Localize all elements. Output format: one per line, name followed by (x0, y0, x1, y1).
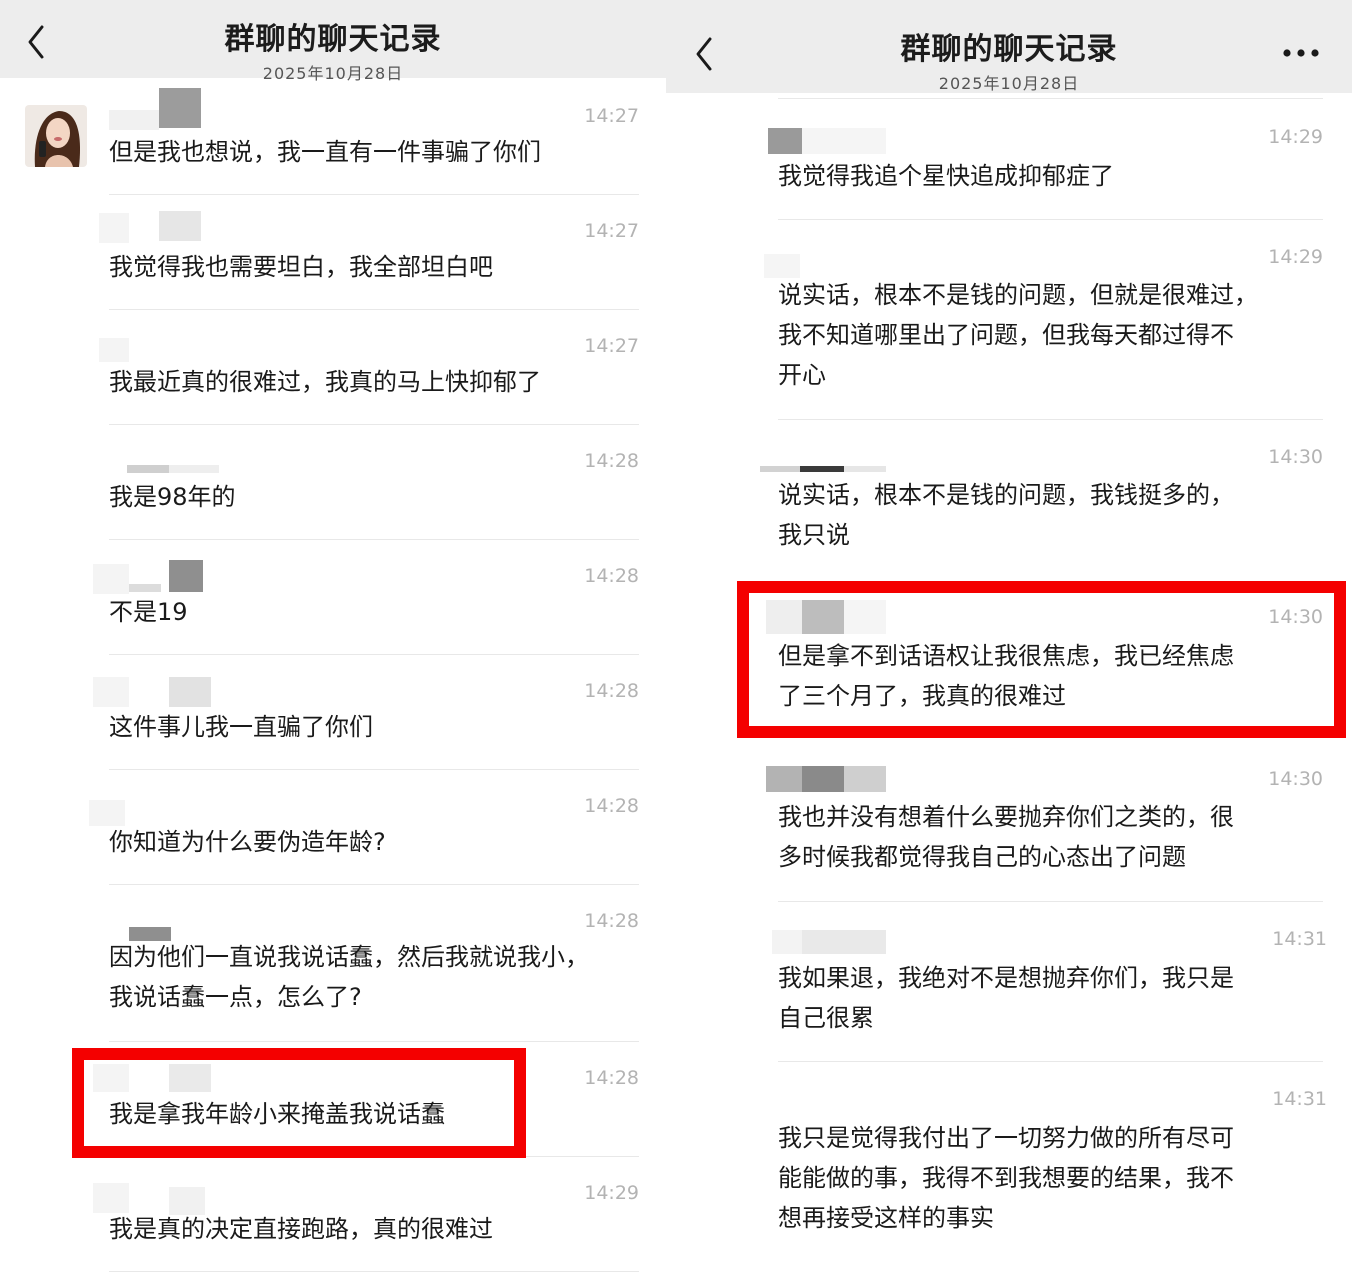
sender-name-redacted (99, 893, 219, 941)
message-text: 因为他们一直说我说话蠢，然后我就说我小， 我说话蠢一点，怎么了? (109, 943, 589, 1011)
message-time: 14:27 (584, 335, 639, 357)
sender-name-redacted (99, 318, 219, 362)
message-time: 14:28 (584, 450, 639, 472)
message-time: 14:29 (584, 1182, 639, 1204)
divider (644, 78, 666, 1280)
message-text: 你知道为什么要伪造年龄? (109, 828, 386, 856)
list-item[interactable]: 14:28 我是98年的 (109, 425, 639, 540)
message-text: 这件事儿我一直骗了你们 (109, 713, 373, 741)
message-text: 我觉得我追个星快追成抑郁症了 (778, 162, 1114, 190)
message-text: 但是我也想说，我一直有一件事骗了你们 (109, 138, 541, 166)
list-item[interactable]: 14:27 我觉得我也需要坦白，我全部坦白吧 (99, 195, 639, 310)
message-text: 我如果退，我绝对不是想抛弃你们，我只是 自己很累 (778, 964, 1234, 1032)
sender-name-redacted (93, 548, 219, 594)
list-item[interactable]: 14:27 我最近真的很难过，我真的马上快抑郁了 (99, 310, 639, 425)
sender-name-redacted (89, 778, 219, 826)
sender-name-redacted (99, 203, 219, 243)
list-item[interactable]: 14:28 这件事儿我一直骗了你们 (93, 655, 639, 770)
list-item[interactable]: 14:30 我也并没有想着什么要抛弃你们之类的，很 多时候我都觉得我自己的心态出… (766, 742, 1323, 902)
sender-name-redacted (93, 663, 219, 707)
message-text: 我觉得我也需要坦白，我全部坦白吧 (109, 253, 493, 281)
message-text: 我是98年的 (109, 483, 236, 511)
message-time: 14:30 (1268, 446, 1323, 468)
message-time: 14:29 (1268, 246, 1323, 268)
message-time: 14:31 (1272, 1088, 1327, 1110)
message-text: 说实话，根本不是钱的问题，但就是很难过， 我不知道哪里出了问题，但我每天都过得不… (778, 281, 1258, 389)
list-item[interactable]: 14:28 你知道为什么要伪造年龄? (89, 770, 639, 885)
sender-name-redacted (99, 88, 219, 130)
list-item[interactable]: 14:28 不是19 (93, 540, 639, 655)
message-text: 我是真的决定直接跑路，真的很难过 (109, 1215, 493, 1243)
message-time: 14:28 (584, 795, 639, 817)
list-item[interactable]: 14:29 我是真的决定直接跑路，真的很难过 (93, 1157, 639, 1272)
message-text: 说实话，根本不是钱的问题，我钱挺多的， 我只说 (778, 481, 1234, 549)
list-item[interactable]: 14:27 但是我也想说，我一直有一件事骗了你们 (109, 80, 639, 195)
message-time: 14:28 (584, 565, 639, 587)
highlight-box (72, 1048, 526, 1158)
chat-header: 群聊的聊天记录 2025年10月28日 (0, 0, 666, 83)
message-time: 14:28 (584, 680, 639, 702)
message-text: 我最近真的很难过，我真的马上快抑郁了 (109, 368, 541, 396)
list-item[interactable]: 14:29 我觉得我追个星快追成抑郁症了 (768, 100, 1323, 220)
page-title: 群聊的聊天记录 (900, 32, 1118, 67)
message-text: 不是19 (109, 598, 188, 626)
message-time: 14:29 (1268, 126, 1323, 148)
list-item[interactable]: 14:28 因为他们一直说我说话蠢，然后我就说我小， 我说话蠢一点，怎么了? (109, 885, 639, 1042)
page-date: 2025年10月28日 (938, 74, 1080, 93)
message-time: 14:27 (584, 220, 639, 242)
message-time: 14:28 (584, 910, 639, 932)
list-item[interactable]: 14:29 说实话，根本不是钱的问题，但就是很难过， 我不知道哪里出了问题，但我… (764, 220, 1323, 420)
sender-name-redacted (93, 1165, 219, 1215)
list-item[interactable]: 14:31 我只是觉得我付出了一切努力做的所有尽可 能能做的事，我得不到我想要的… (778, 1062, 1327, 1280)
message-time: 14:28 (584, 1067, 639, 1089)
list-item[interactable]: 14:31 我如果退，我绝对不是想抛弃你们，我只是 自己很累 (772, 902, 1327, 1062)
message-time: 14:27 (584, 105, 639, 127)
left-chat-screen: 群聊的聊天记录 2025年10月28日 14:27 但是我也想说，我一直有一件事… (0, 0, 666, 1280)
page-title: 群聊的聊天记录 (224, 22, 442, 57)
right-chat-screen: 群聊的聊天记录 2025年10月28日 14:29 我觉得我追个星快追成抑郁症了… (666, 0, 1352, 1280)
message-text: 我只是觉得我付出了一切努力做的所有尽可 能能做的事，我得不到我想要的结果，我不 … (778, 1124, 1234, 1232)
sender-name-redacted (99, 433, 219, 473)
list-item[interactable]: 14:30 说实话，根本不是钱的问题，我钱挺多的， 我只说 (760, 420, 1323, 582)
avatar[interactable] (25, 105, 87, 167)
more-icon (1283, 49, 1319, 57)
message-time: 14:31 (1272, 928, 1327, 950)
chat-header: 群聊的聊天记录 2025年10月28日 (666, 0, 1352, 93)
highlight-box (737, 581, 1346, 738)
message-time: 14:30 (1268, 768, 1323, 790)
message-text: 我也并没有想着什么要抛弃你们之类的，很 多时候我都觉得我自己的心态出了问题 (778, 803, 1234, 871)
more-button[interactable] (1280, 38, 1324, 68)
